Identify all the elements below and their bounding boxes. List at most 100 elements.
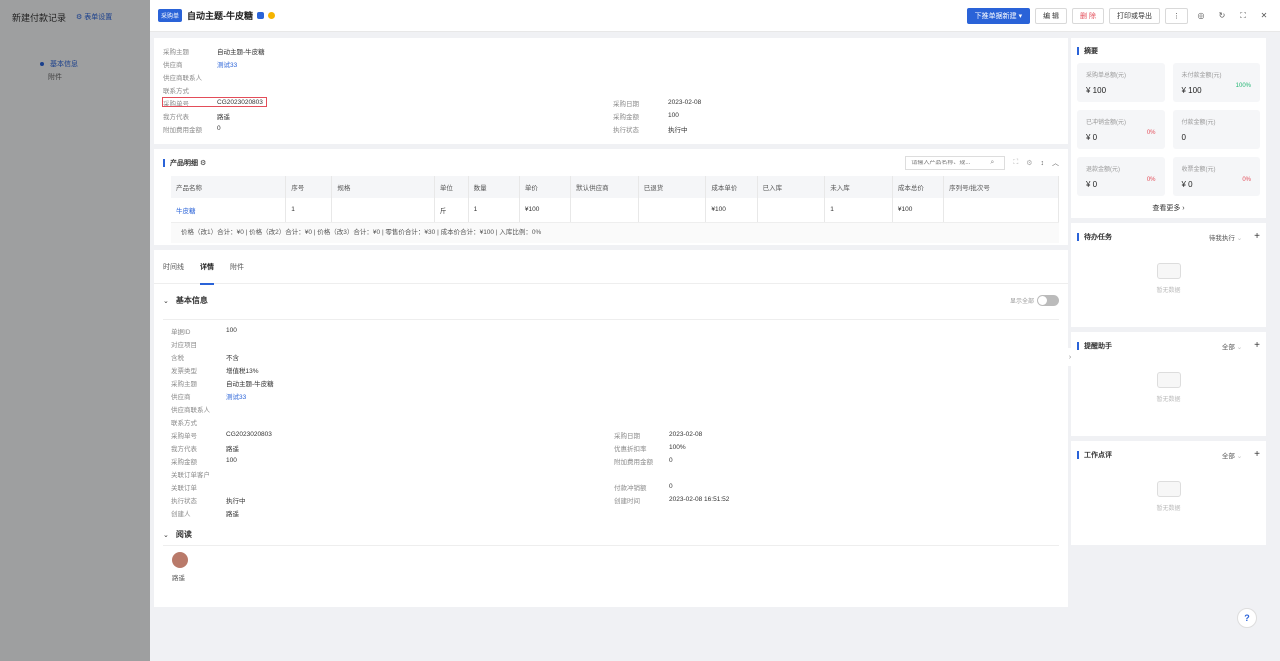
supplier-link[interactable]: 测试33: [217, 59, 237, 69]
summary-card: 摘要 采购单总额(元) ¥ 100 未付款金额(元) ¥ 100 100% 已冲销金额(元…: [1071, 38, 1266, 218]
field-row: 采购日期 2023-02-08: [613, 96, 701, 109]
tab-1[interactable]: 详情: [200, 250, 214, 285]
field-label: 采购日期: [613, 100, 639, 108]
stat-card[interactable]: 收票金额(元) ¥ 0 0%: [1172, 157, 1260, 196]
field-row: 附加费用金额 0: [163, 122, 265, 135]
search-icon[interactable]: ⌕: [990, 159, 994, 167]
field-label: 执行状态: [613, 126, 639, 134]
field-value: 自动主题-牛皮糖: [217, 48, 265, 56]
field-value: 路遥: [217, 113, 230, 121]
field-value: CG2023020803: [226, 431, 272, 438]
settings-icon[interactable]: ⚙: [200, 159, 206, 167]
summary-title: 摘要: [1084, 48, 1098, 55]
fullscreen-icon[interactable]: ⛶: [1235, 8, 1251, 24]
modal-mask[interactable]: [0, 0, 150, 661]
column-settings-icon[interactable]: ⚙: [1026, 159, 1032, 167]
sort-icon[interactable]: ↕: [1041, 160, 1045, 167]
more-button[interactable]: ⋮: [1165, 7, 1188, 24]
field-label: 关联订单客户: [171, 471, 210, 479]
product-summary: 价格（改1）合计：¥0 | 价格（改2）合计：¥0 | 价格（改3）合计：¥0 …: [171, 222, 1059, 243]
chevron-down-icon[interactable]: ⌄: [163, 531, 169, 539]
product-search-input[interactable]: [906, 160, 991, 166]
field-row: 优惠折扣率 100%: [614, 441, 729, 454]
add-icon[interactable]: +: [1254, 231, 1260, 242]
stat-card[interactable]: 退款金额(元) ¥ 0 0%: [1077, 157, 1165, 196]
panel-filter[interactable]: 全部 ⌄: [1222, 450, 1242, 460]
field-label: 供应商: [171, 393, 191, 401]
view-more-label: 查看更多: [1152, 205, 1181, 212]
print-export-button[interactable]: 打印或导出: [1109, 7, 1160, 24]
section-bar: [1077, 341, 1079, 350]
panel-filter[interactable]: 全部 ⌄: [1222, 341, 1242, 351]
lock-icon: [257, 12, 265, 19]
tab-0[interactable]: 时间线: [163, 250, 184, 284]
stat-value: ¥ 100: [1086, 86, 1107, 95]
expand-icon[interactable]: ⛶: [1013, 159, 1018, 167]
field-row: [614, 467, 729, 480]
table-cell: 斤: [434, 198, 469, 223]
table-cell: [757, 198, 826, 223]
field-row: 执行状态 执行中: [613, 122, 701, 135]
panel-filter[interactable]: 待我执行 ⌄: [1209, 232, 1242, 242]
column-header: 已退货: [638, 176, 707, 198]
avatar: [172, 552, 188, 568]
basic-info-title: 基本信息: [175, 296, 208, 305]
side-panel: 工作点评 全部 ⌄ + 暂无数据: [1071, 441, 1266, 545]
add-icon[interactable]: +: [1254, 449, 1260, 460]
product-name-link[interactable]: 牛皮糖: [171, 198, 287, 223]
edit-button[interactable]: 编 辑: [1035, 7, 1068, 24]
detail-card: 时间线 详情 附件 ⌄ 基本信息 显示全部 单据ID 100 对应项目 含税 不含 发票类型 增…: [154, 250, 1068, 607]
collapse-icon[interactable]: ︿: [1052, 158, 1059, 168]
stat-card[interactable]: 已冲销金额(元) ¥ 0 0%: [1077, 110, 1165, 149]
stat-value: ¥ 0: [1086, 133, 1098, 142]
field-label: 对应项目: [171, 341, 197, 349]
reader-item: 路遥: [163, 546, 1059, 588]
table-cell: ¥100: [892, 198, 945, 223]
stat-card[interactable]: 付款金额(元) 0: [1172, 110, 1260, 149]
table-row[interactable]: 牛皮糖 1 斤 1 ¥100 ¥100 1 ¥100: [171, 198, 1059, 223]
field-label: 采购金额: [171, 458, 197, 466]
stat-card[interactable]: 未付款金额(元) ¥ 100 100%: [1172, 63, 1260, 102]
field-label: 采购主题: [171, 380, 197, 388]
stat-label: 未付款金额(元): [1181, 73, 1222, 79]
table-cell: 1: [285, 198, 333, 223]
help-icon[interactable]: ?: [1237, 608, 1257, 628]
column-header: 默认供应商: [570, 176, 639, 198]
stat-card[interactable]: 采购单总额(元) ¥ 100: [1077, 63, 1165, 102]
tab-2[interactable]: 附件: [230, 250, 244, 284]
column-header: 已入库: [757, 176, 826, 198]
field-label: 含税: [171, 354, 184, 362]
column-header: 单价: [519, 176, 572, 198]
field-row: 供应商 测试33: [163, 57, 265, 70]
field-value: 2023-02-08: [669, 431, 703, 438]
field-row: 含税 不含: [171, 350, 274, 363]
field-row: 创建时间 2023-02-08 16:51:52: [614, 493, 729, 506]
panel-filter-label: 待我执行: [1208, 234, 1235, 242]
field-row: 发票类型 增值税13%: [171, 363, 274, 376]
add-icon[interactable]: +: [1254, 340, 1260, 351]
refresh-icon[interactable]: ↻: [1214, 8, 1230, 24]
field-label: 采购金额: [613, 113, 639, 121]
view-more-link[interactable]: 查看更多 ›: [1077, 203, 1260, 213]
field-label: 供应商联系人: [171, 406, 210, 414]
stat-percent: 0%: [1146, 177, 1156, 183]
close-icon[interactable]: ✕: [1256, 8, 1272, 24]
field-value: 路遥: [226, 510, 239, 518]
basic-fields-right: 采购日期 2023-02-08 优惠折扣率 100% 附加费用金额 0 付款冲销额 0 创建时间…: [614, 428, 729, 506]
field-row: 供应商联系人: [171, 402, 274, 415]
field-value: 100: [226, 327, 237, 334]
delete-button[interactable]: 删 除: [1072, 7, 1104, 24]
empty-text: 暂无数据: [1156, 505, 1181, 512]
star-icon[interactable]: [268, 12, 276, 19]
push-create-button[interactable]: 下推单据新建 ▾: [966, 7, 1031, 24]
field-row: 附加费用金额 0: [614, 454, 729, 467]
table-cell: [638, 198, 707, 223]
settings-icon[interactable]: ◎: [1193, 8, 1209, 24]
top-fields-right: 采购日期 2023-02-08 采购金额 100 执行状态 执行中: [613, 96, 701, 135]
supplier-link[interactable]: 测试33: [226, 391, 246, 401]
product-table: 产品名称 序号 规格 单位 数量 单价 默认供应商 已退货 成本单价 已入库 未入库 成本总价 序列号/…: [171, 176, 1059, 223]
show-all-toggle[interactable]: [1037, 295, 1059, 306]
field-value: 执行中: [668, 126, 688, 134]
section-bar: [163, 159, 165, 167]
chevron-down-icon[interactable]: ⌄: [163, 297, 169, 305]
